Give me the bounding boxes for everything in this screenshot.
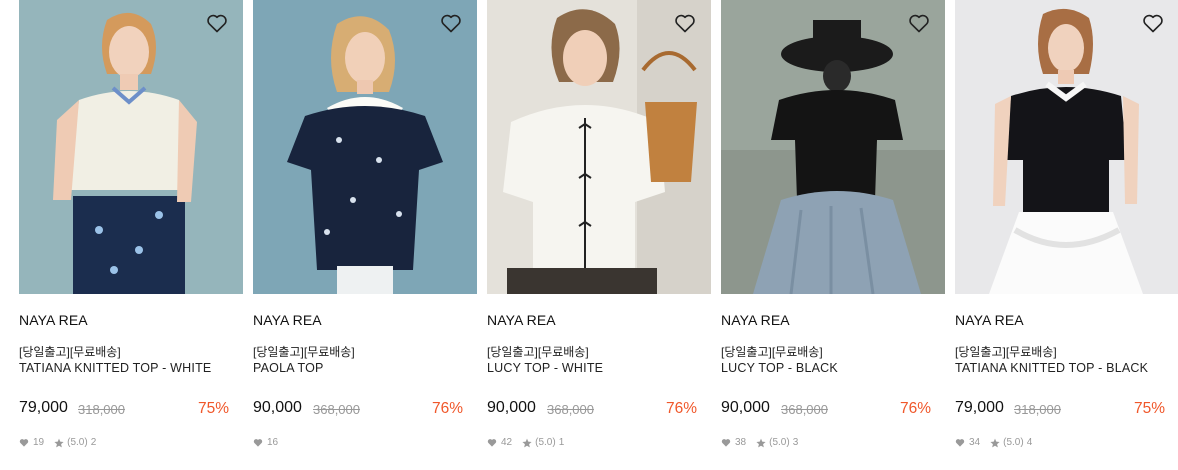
original-price: 368,000 [547, 402, 594, 417]
product-name[interactable]: LUCY TOP - WHITE [487, 361, 603, 375]
sale-price: 90,000 [487, 399, 536, 416]
star-icon [756, 438, 766, 447]
sale-price: 90,000 [721, 399, 770, 416]
product-image[interactable] [955, 0, 1178, 294]
product-name[interactable]: TATIANA KNITTED TOP - BLACK [955, 361, 1148, 375]
rating-score: (5.0) [535, 437, 556, 448]
heart-filled-icon [19, 439, 29, 447]
wishlist-heart-icon[interactable] [907, 11, 931, 35]
star-icon [54, 438, 64, 447]
product-card[interactable]: NAYA REA [당일출고][무료배송] PAOLA TOP 90,000 3… [253, 0, 477, 470]
product-image[interactable] [487, 0, 711, 294]
wishlist-heart-icon[interactable] [1141, 11, 1165, 35]
original-price: 368,000 [313, 402, 360, 417]
star-icon [990, 438, 1000, 447]
product-stats: 34 (5.0) 4 [955, 437, 1032, 448]
review-count: 3 [792, 437, 799, 448]
product-name[interactable]: PAOLA TOP [253, 361, 324, 375]
like-count: 38 [735, 437, 747, 448]
shipping-tag: [당일출고][무료배송] [253, 345, 355, 359]
sale-price: 90,000 [253, 399, 302, 416]
review-count: 2 [90, 437, 97, 448]
product-name[interactable]: TATIANA KNITTED TOP - WHITE [19, 361, 211, 375]
product-image[interactable] [19, 0, 243, 294]
product-card[interactable]: NAYA REA [당일출고][무료배송] LUCY TOP - BLACK 9… [721, 0, 945, 470]
product-card[interactable]: NAYA REA [당일출고][무료배송] LUCY TOP - WHITE 9… [487, 0, 711, 470]
brand-name[interactable]: NAYA REA [19, 312, 88, 328]
brand-name[interactable]: NAYA REA [253, 312, 322, 328]
star-icon [522, 438, 532, 447]
heart-filled-icon [487, 439, 497, 447]
wishlist-heart-icon[interactable] [439, 11, 463, 35]
heart-filled-icon [955, 439, 965, 447]
discount-rate: 75% [1133, 400, 1165, 417]
product-stats: 42 (5.0) 1 [487, 437, 564, 448]
product-stats: 16 [253, 437, 278, 448]
product-stats: 38 (5.0) 3 [721, 437, 798, 448]
product-card[interactable]: NAYA REA [당일출고][무료배송] TATIANA KNITTED TO… [19, 0, 243, 470]
like-count: 34 [969, 437, 981, 448]
original-price: 318,000 [78, 402, 125, 417]
sale-price: 79,000 [955, 399, 1004, 416]
product-image[interactable] [721, 0, 945, 294]
brand-name[interactable]: NAYA REA [955, 312, 1024, 328]
heart-filled-icon [721, 439, 731, 447]
product-card[interactable]: NAYA REA [당일출고][무료배송] TATIANA KNITTED TO… [955, 0, 1178, 470]
rating-score: (5.0) [1003, 437, 1024, 448]
shipping-tag: [당일출고][무료배송] [19, 345, 121, 359]
discount-rate: 76% [431, 400, 463, 417]
like-count: 42 [501, 437, 513, 448]
wishlist-heart-icon[interactable] [673, 11, 697, 35]
like-count: 19 [33, 437, 45, 448]
rating-score: (5.0) [769, 437, 790, 448]
product-grid: NAYA REA [당일출고][무료배송] TATIANA KNITTED TO… [0, 0, 1178, 470]
shipping-tag: [당일출고][무료배송] [955, 345, 1057, 359]
product-stats: 19 (5.0) 2 [19, 437, 96, 448]
original-price: 368,000 [781, 402, 828, 417]
shipping-tag: [당일출고][무료배송] [721, 345, 823, 359]
discount-rate: 76% [899, 400, 931, 417]
discount-rate: 75% [197, 400, 229, 417]
brand-name[interactable]: NAYA REA [721, 312, 790, 328]
brand-name[interactable]: NAYA REA [487, 312, 556, 328]
shipping-tag: [당일출고][무료배송] [487, 345, 589, 359]
review-count: 4 [1026, 437, 1033, 448]
product-name[interactable]: LUCY TOP - BLACK [721, 361, 838, 375]
rating-score: (5.0) [67, 437, 88, 448]
product-image[interactable] [253, 0, 477, 294]
discount-rate: 76% [665, 400, 697, 417]
sale-price: 79,000 [19, 399, 68, 416]
wishlist-heart-icon[interactable] [205, 11, 229, 35]
heart-filled-icon [253, 439, 263, 447]
review-count: 1 [558, 437, 565, 448]
like-count: 16 [267, 437, 279, 448]
original-price: 318,000 [1014, 402, 1061, 417]
